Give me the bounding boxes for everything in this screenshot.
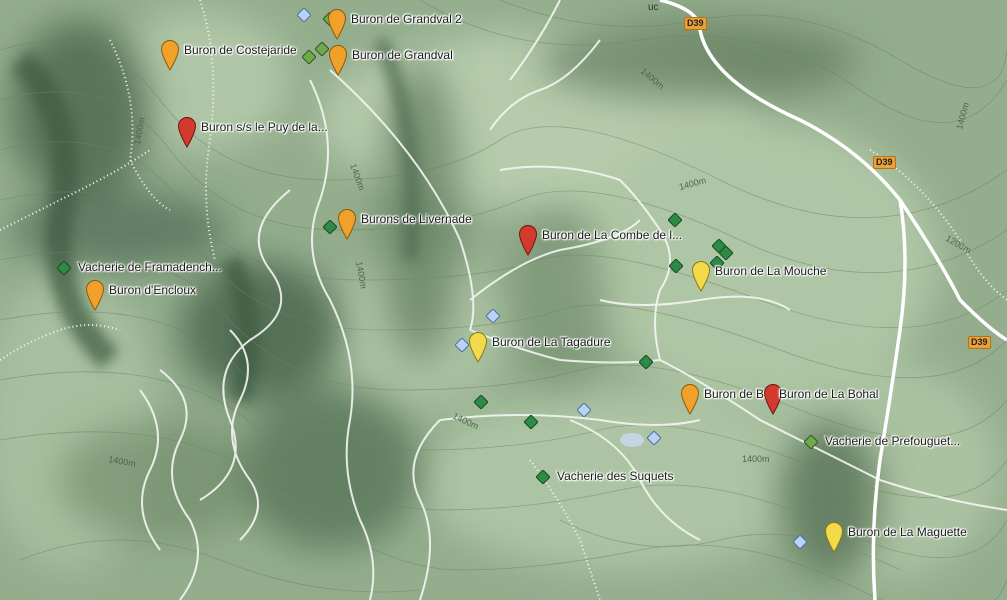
edge-text: uc: [648, 2, 659, 13]
place-marker-diamond[interactable]: [669, 259, 683, 273]
place-marker[interactable]: Buron d'Encloux: [85, 280, 196, 312]
contour-label: 1400m: [742, 454, 770, 464]
map-pin-icon: [160, 40, 180, 71]
place-marker[interactable]: Buron s/s le Puy de la...: [177, 117, 328, 149]
place-marker[interactable]: Buron de Grandval 2: [327, 9, 462, 41]
place-marker[interactable]: Buron de La Tagadure: [468, 332, 611, 364]
road-shield-d39: D39: [968, 336, 991, 349]
place-marker-diamond[interactable]: [793, 535, 807, 549]
map-pin-icon: [691, 261, 711, 292]
place-marker-diamond[interactable]: [302, 50, 316, 64]
place-label[interactable]: Buron de La Bohal: [779, 387, 878, 401]
place-marker-diamond[interactable]: [668, 213, 682, 227]
place-label[interactable]: Vacherie de Prefouguet...: [825, 434, 960, 448]
place-marker[interactable]: Vacherie des Suquets: [536, 469, 674, 484]
place-marker-diamond[interactable]: [315, 42, 329, 56]
place-marker[interactable]: Buron de La Bohal: [763, 384, 878, 416]
map-pin-icon: [518, 225, 538, 256]
map-pin-icon: [680, 384, 700, 415]
place-marker[interactable]: Buron de La Maguette: [824, 522, 967, 554]
diamond-icon: [536, 470, 550, 484]
map-pin-icon: [824, 522, 844, 553]
place-marker[interactable]: Buron de La Combe de l...: [518, 225, 682, 257]
place-label[interactable]: Vacherie des Suquets: [557, 469, 674, 483]
place-marker-diamond[interactable]: [323, 220, 337, 234]
map-view[interactable]: 1400m 1400m 1400m 1400m 1400m 1400m 1200…: [0, 0, 1007, 600]
place-marker-diamond[interactable]: [639, 355, 653, 369]
place-label[interactable]: Vacherie de Framadench...: [78, 260, 222, 274]
place-label[interactable]: Buron de La Maguette: [848, 525, 967, 539]
place-marker-diamond[interactable]: [719, 246, 733, 260]
place-label[interactable]: Buron de Costejaride: [184, 43, 297, 57]
map-pin-icon: [85, 280, 105, 311]
place-marker-diamond[interactable]: [455, 338, 469, 352]
place-marker[interactable]: Burons de Livernade: [337, 209, 472, 241]
place-label[interactable]: Buron de Grandval 2: [351, 12, 462, 26]
diamond-icon: [804, 435, 818, 449]
place-marker-diamond[interactable]: [647, 431, 661, 445]
place-marker[interactable]: Vacherie de Prefouguet...: [804, 434, 960, 449]
place-label[interactable]: Buron de Grandval: [352, 48, 453, 62]
place-label[interactable]: Buron de La Tagadure: [492, 335, 611, 349]
road-shield-d39: D39: [873, 156, 896, 169]
place-label[interactable]: Buron de La Combe de l...: [542, 228, 682, 242]
place-label[interactable]: Buron s/s le Puy de la...: [201, 120, 328, 134]
place-marker[interactable]: Buron de La Mouche: [691, 261, 826, 293]
map-pin-icon: [327, 9, 347, 40]
map-pin-icon: [177, 117, 197, 148]
terrain-layer: 1400m 1400m 1400m 1400m 1400m 1400m 1200…: [0, 0, 1007, 600]
place-label[interactable]: Buron d'Encloux: [109, 283, 196, 297]
place-marker-diamond[interactable]: [524, 415, 538, 429]
map-pin-icon: [337, 209, 357, 240]
place-marker-diamond[interactable]: [474, 395, 488, 409]
place-marker-diamond[interactable]: [486, 309, 500, 323]
place-marker-diamond[interactable]: [297, 8, 311, 22]
place-marker[interactable]: Vacherie de Framadench...: [57, 260, 222, 275]
place-label[interactable]: Burons de Livernade: [361, 212, 472, 226]
place-marker[interactable]: Buron de Costejaride: [160, 40, 297, 72]
diamond-icon: [57, 261, 71, 275]
road-shield-d39: D39: [684, 17, 707, 30]
place-marker-diamond[interactable]: [577, 403, 591, 417]
place-label[interactable]: Buron de La Mouche: [715, 264, 826, 278]
place-marker[interactable]: Buron de Grandval: [328, 45, 453, 77]
place-marker[interactable]: Buron de Belle: [680, 384, 783, 416]
map-pin-icon: [468, 332, 488, 363]
map-pin-icon: [328, 45, 348, 76]
